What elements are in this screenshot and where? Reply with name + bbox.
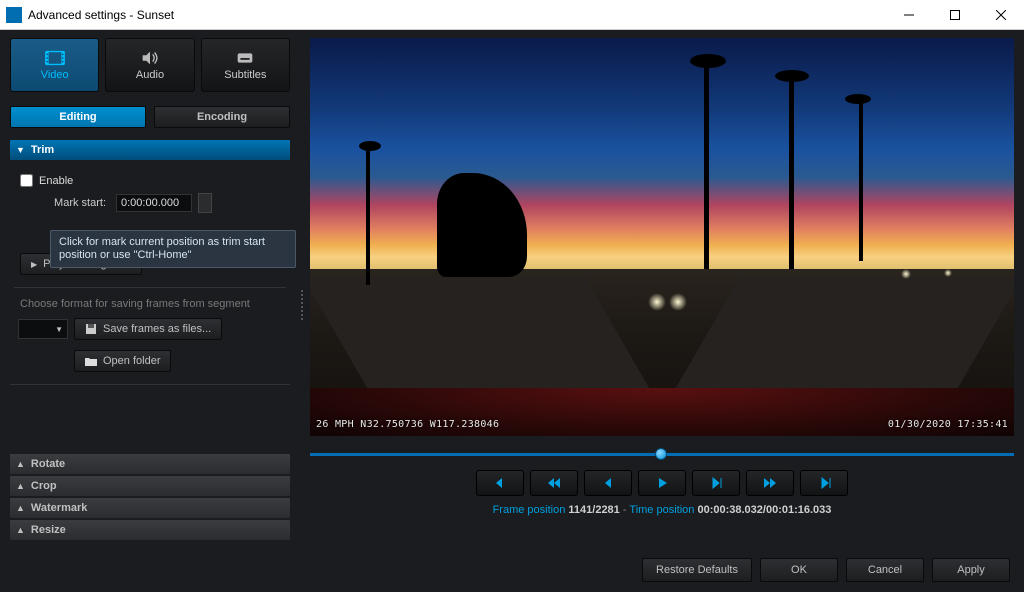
next-frame-button[interactable] (692, 470, 740, 496)
format-select[interactable]: ▼ (18, 319, 68, 339)
mark-start-tooltip: Click for mark current position as trim … (50, 230, 296, 268)
time-position-label: Time position (629, 504, 694, 516)
section-crop-label: Crop (31, 480, 57, 492)
tab-video-label: Video (41, 69, 69, 81)
overlay-telemetry: 26 MPH N32.750736 W117.238046 (316, 419, 499, 430)
chevron-up-icon: ▲ (16, 481, 25, 491)
section-trim-label: Trim (31, 144, 54, 156)
go-start-button[interactable] (476, 470, 524, 496)
frame-position-label: Frame position (493, 504, 566, 516)
section-resize-header[interactable]: ▲ Resize (10, 520, 290, 540)
chevron-up-icon: ▲ (16, 459, 25, 469)
mark-start-spinner[interactable] (198, 193, 212, 213)
audio-icon (139, 49, 161, 67)
section-crop-header[interactable]: ▲ Crop (10, 476, 290, 496)
chevron-down-icon: ▼ (16, 145, 25, 155)
trim-enable-checkbox[interactable] (20, 174, 33, 187)
subtitles-icon (234, 49, 256, 67)
chevron-up-icon: ▲ (16, 525, 25, 535)
window-title: Advanced settings - Sunset (28, 8, 886, 22)
play-icon: ▶ (31, 260, 37, 269)
restore-defaults-button[interactable]: Restore Defaults (642, 558, 752, 582)
fast-forward-button[interactable] (746, 470, 794, 496)
format-hint: Choose format for saving frames from seg… (14, 294, 286, 312)
tab-audio[interactable]: Audio (105, 38, 194, 92)
play-button[interactable] (638, 470, 686, 496)
maximize-button[interactable] (932, 0, 978, 30)
apply-button[interactable]: Apply (932, 558, 1010, 582)
frame-position-value: 1141/2281 (568, 504, 619, 516)
dialog-footer: Restore Defaults OK Cancel Apply (0, 548, 1024, 592)
seek-bar[interactable] (310, 448, 1014, 460)
time-position-value: 00:00:38.032/00:01:16.033 (697, 504, 831, 516)
tab-audio-label: Audio (136, 69, 164, 81)
open-folder-button[interactable]: Open folder (74, 350, 171, 372)
save-frames-button[interactable]: Save frames as files... (74, 318, 222, 340)
tab-video[interactable]: Video (10, 38, 99, 92)
cancel-button[interactable]: Cancel (846, 558, 924, 582)
title-bar: Advanced settings - Sunset (0, 0, 1024, 30)
minimize-button[interactable] (886, 0, 932, 30)
subtab-editing[interactable]: Editing (10, 106, 146, 128)
section-rotate-label: Rotate (31, 458, 65, 470)
video-icon (44, 49, 66, 67)
settings-panel: Video Audio Subtitles Editing Encoding ▼… (0, 30, 300, 548)
seek-thumb[interactable] (655, 448, 667, 460)
panel-drag-handle[interactable] (301, 290, 303, 320)
save-icon (85, 323, 97, 335)
trim-body: Enable Mark start: ▶ Play trim segment C… (10, 166, 290, 385)
preview-panel: 26 MPH N32.750736 W117.238046 01/30/2020… (300, 30, 1024, 548)
mark-start-input[interactable] (116, 194, 192, 212)
subtab-encoding[interactable]: Encoding (154, 106, 290, 128)
transport-controls (310, 470, 1014, 496)
video-preview[interactable]: 26 MPH N32.750736 W117.238046 01/30/2020… (310, 38, 1014, 436)
tab-subtitles[interactable]: Subtitles (201, 38, 290, 92)
mark-start-row: Mark start: (14, 193, 286, 213)
rewind-button[interactable] (530, 470, 578, 496)
section-trim-header[interactable]: ▼ Trim (10, 140, 290, 160)
section-watermark-header[interactable]: ▲ Watermark (10, 498, 290, 518)
trim-enable-label: Enable (39, 175, 73, 187)
trim-enable-row[interactable]: Enable (14, 174, 286, 187)
close-button[interactable] (978, 0, 1024, 30)
overlay-timestamp: 01/30/2020 17:35:41 (888, 419, 1008, 430)
save-frames-label: Save frames as files... (103, 323, 211, 335)
open-folder-label: Open folder (103, 355, 160, 367)
mark-start-label: Mark start: (20, 197, 110, 209)
prev-frame-button[interactable] (584, 470, 632, 496)
folder-icon (85, 356, 97, 367)
position-readout: Frame position 1141/2281 - Time position… (310, 504, 1014, 516)
tab-subtitles-label: Subtitles (224, 69, 266, 81)
section-resize-label: Resize (31, 524, 66, 536)
chevron-up-icon: ▲ (16, 503, 25, 513)
app-icon (6, 7, 22, 23)
go-end-button[interactable] (800, 470, 848, 496)
section-watermark-label: Watermark (31, 502, 87, 514)
section-rotate-header[interactable]: ▲ Rotate (10, 454, 290, 474)
ok-button[interactable]: OK (760, 558, 838, 582)
